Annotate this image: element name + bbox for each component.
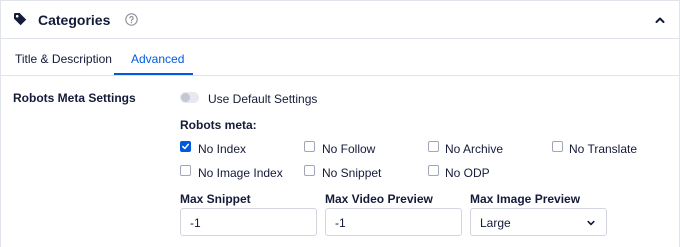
- max-image-preview-value: Large: [480, 216, 511, 230]
- max-video-preview-input[interactable]: -1: [325, 208, 462, 236]
- categories-panel: Categories Title & Description Advanced …: [0, 0, 680, 247]
- no-follow-label: No Follow: [322, 142, 376, 156]
- panel-header[interactable]: Categories: [1, 1, 679, 39]
- tab-title-description[interactable]: Title & Description: [15, 52, 112, 66]
- help-icon[interactable]: [125, 13, 138, 26]
- no-archive-checkbox[interactable]: [428, 141, 439, 152]
- tab-bar: Title & Description Advanced: [1, 40, 679, 76]
- no-index-checkbox[interactable]: [180, 141, 191, 152]
- max-snippet-input[interactable]: -1: [180, 208, 317, 236]
- no-snippet-label: No Snippet: [322, 166, 382, 180]
- max-image-preview-select[interactable]: Large: [470, 208, 607, 236]
- no-odp-label: No ODP: [445, 166, 490, 180]
- use-default-settings-label: Use Default Settings: [208, 92, 318, 106]
- no-translate-label: No Translate: [569, 142, 638, 156]
- max-snippet-value: -1: [190, 216, 201, 230]
- no-image-index-label: No Image Index: [198, 166, 283, 180]
- no-translate-checkbox[interactable]: [552, 141, 563, 152]
- max-video-preview-label: Max Video Preview: [325, 192, 433, 206]
- no-odp-checkbox[interactable]: [428, 165, 439, 176]
- max-video-preview-value: -1: [335, 216, 346, 230]
- no-index-label: No Index: [198, 142, 247, 156]
- tag-icon: [14, 13, 27, 26]
- no-archive-label: No Archive: [445, 142, 504, 156]
- active-tab-indicator: [114, 73, 193, 75]
- chevron-down-icon: [587, 220, 595, 226]
- no-snippet-checkbox[interactable]: [304, 165, 315, 176]
- max-snippet-label: Max Snippet: [180, 192, 251, 206]
- no-image-index-checkbox[interactable]: [180, 165, 191, 176]
- max-image-preview-label: Max Image Preview: [470, 192, 581, 206]
- checkmark-icon: [182, 143, 189, 150]
- no-follow-checkbox[interactable]: [304, 141, 315, 152]
- toggle-knob: [181, 93, 190, 102]
- use-default-settings-toggle[interactable]: [180, 92, 199, 103]
- tab-advanced[interactable]: Advanced: [131, 52, 184, 66]
- panel-title: Categories: [38, 12, 111, 28]
- robots-meta-settings-label: Robots Meta Settings: [13, 91, 136, 105]
- chevron-up-icon[interactable]: [653, 13, 667, 27]
- robots-meta-label: Robots meta:: [180, 118, 257, 132]
